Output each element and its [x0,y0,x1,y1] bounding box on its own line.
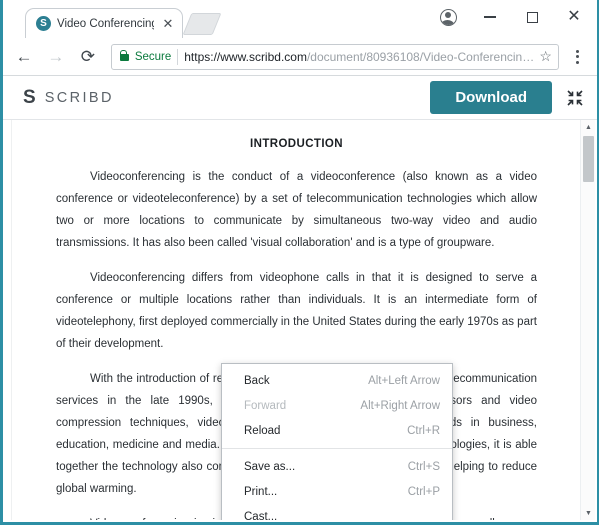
forward-button-icon: → [47,46,65,66]
scrollbar-thumb[interactable] [583,136,594,182]
menu-item-back[interactable]: Back Alt+Left Arrow [222,368,452,393]
browser-tab[interactable]: S Video Conferencing Ass… ✕ [25,8,183,38]
document-paragraph: Videoconferencing differs from videophon… [56,272,537,350]
lock-icon [119,49,129,61]
url-path: /document/80936108/Video-Conferencin… [306,49,534,64]
scribd-header: S SCRIBD Download [3,76,597,120]
new-tab-button[interactable] [182,13,222,35]
url-text: https://www.scribd.com/document/80936108… [184,50,533,64]
menu-item-shortcut: Alt+Left Arrow [368,374,440,387]
document-viewer: INTRODUCTION Videoconferencing is the co… [3,120,597,520]
back-button-icon[interactable]: ← [9,42,39,72]
tab-title: Video Conferencing Ass… [57,17,154,30]
tab-strip: S Video Conferencing Ass… ✕ ✕ [3,0,597,38]
menu-item-shortcut: Ctrl+R [407,424,440,437]
url-origin: https://www.scribd.com [184,49,307,64]
header-actions: Download [430,81,583,114]
document-paragraph: Videoconferencing is the conduct of a vi… [56,171,537,249]
minimize-button[interactable] [469,2,511,32]
menu-item-label: Cast... [244,510,278,521]
menu-item-label: Forward [244,399,287,412]
maximize-button[interactable] [511,2,553,32]
omnibox-divider [177,48,179,65]
scroll-down-icon[interactable]: ▼ [581,506,596,520]
menu-item-shortcut: Ctrl+P [407,485,440,498]
menu-item-label: Reload [244,424,281,437]
scribd-logo-text: SCRIBD [44,89,114,106]
document-scrollbar[interactable]: ▲ ▼ [580,120,595,520]
scribd-logo[interactable]: S SCRIBD [23,88,114,107]
scribd-favicon-icon: S [36,16,51,31]
menu-item-label: Print... [244,485,278,498]
download-button[interactable]: Download [430,81,552,114]
menu-item-forward: Forward Alt+Right Arrow [222,393,452,418]
menu-item-reload[interactable]: Reload Ctrl+R [222,418,452,443]
close-window-button[interactable]: ✕ [553,2,595,32]
collapse-arrows-icon[interactable] [566,89,583,106]
tab-close-icon[interactable]: ✕ [160,17,176,30]
security-status-label: Secure [134,50,172,63]
menu-item-save-as[interactable]: Save as... Ctrl+S [222,454,452,479]
browser-menu-icon[interactable] [567,44,589,70]
browser-window: S Video Conferencing Ass… ✕ ✕ ← → ⟳ Secu… [0,0,599,525]
menu-item-cast[interactable]: Cast... [222,504,452,521]
browser-toolbar: ← → ⟳ Secure https://www.scribd.com/docu… [3,38,597,76]
scribd-logo-mark-icon: S [23,87,36,108]
menu-item-label: Back [244,374,270,387]
context-menu: Back Alt+Left Arrow Forward Alt+Right Ar… [221,363,453,520]
bookmark-star-icon[interactable]: ☆ [539,48,552,65]
menu-item-print[interactable]: Print... Ctrl+P [222,479,452,504]
menu-separator [222,448,452,449]
menu-item-label: Save as... [244,460,296,473]
address-bar[interactable]: Secure https://www.scribd.com/document/8… [110,43,559,70]
menu-item-shortcut: Alt+Right Arrow [360,399,440,412]
document-heading: INTRODUCTION [250,138,343,150]
reload-button-icon[interactable]: ⟳ [73,42,103,72]
profile-avatar-icon[interactable] [427,2,469,32]
menu-item-shortcut: Ctrl+S [407,460,440,473]
window-controls: ✕ [427,0,595,34]
scroll-up-icon[interactable]: ▲ [581,120,596,134]
